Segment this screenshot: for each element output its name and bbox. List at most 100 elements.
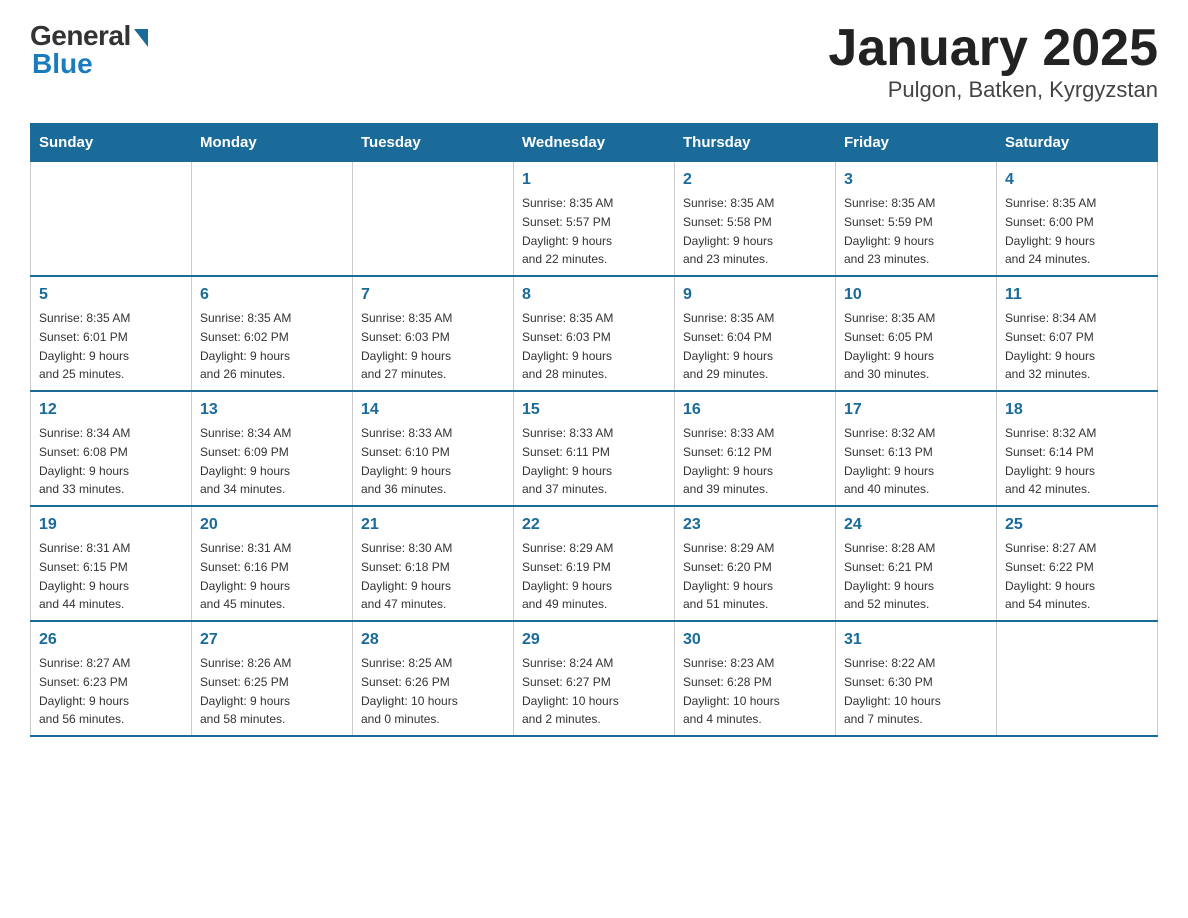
day-number: 9 [683, 283, 827, 307]
day-info: Sunrise: 8:35 AM Sunset: 5:57 PM Dayligh… [522, 196, 613, 266]
day-info: Sunrise: 8:32 AM Sunset: 6:14 PM Dayligh… [1005, 426, 1096, 496]
day-info: Sunrise: 8:23 AM Sunset: 6:28 PM Dayligh… [683, 656, 780, 726]
calendar-day-cell: 6 Sunrise: 8:35 AM Sunset: 6:02 PM Daylig… [192, 276, 353, 391]
day-info: Sunrise: 8:27 AM Sunset: 6:22 PM Dayligh… [1005, 541, 1096, 611]
calendar-day-cell: 2 Sunrise: 8:35 AM Sunset: 5:58 PM Daylig… [675, 162, 836, 277]
calendar-day-cell: 12 Sunrise: 8:34 AM Sunset: 6:08 PM Dayli… [31, 391, 192, 506]
day-info: Sunrise: 8:29 AM Sunset: 6:20 PM Dayligh… [683, 541, 774, 611]
day-number: 24 [844, 513, 988, 537]
day-number: 8 [522, 283, 666, 307]
calendar-day-cell [192, 162, 353, 277]
calendar-day-cell: 29 Sunrise: 8:24 AM Sunset: 6:27 PM Dayli… [514, 621, 675, 736]
calendar-day-cell: 16 Sunrise: 8:33 AM Sunset: 6:12 PM Dayli… [675, 391, 836, 506]
calendar-day-cell: 23 Sunrise: 8:29 AM Sunset: 6:20 PM Dayli… [675, 506, 836, 621]
day-info: Sunrise: 8:24 AM Sunset: 6:27 PM Dayligh… [522, 656, 619, 726]
day-number: 7 [361, 283, 505, 307]
calendar-day-cell [353, 162, 514, 277]
day-info: Sunrise: 8:35 AM Sunset: 6:05 PM Dayligh… [844, 311, 935, 381]
day-info: Sunrise: 8:33 AM Sunset: 6:10 PM Dayligh… [361, 426, 452, 496]
calendar-day-cell: 26 Sunrise: 8:27 AM Sunset: 6:23 PM Dayli… [31, 621, 192, 736]
calendar-week-row: 5Sunrise: 8:35 AM Sunset: 6:01 PM Daylig… [31, 276, 1158, 391]
day-of-week-header: Sunday [31, 124, 192, 162]
day-number: 6 [200, 283, 344, 307]
day-info: Sunrise: 8:34 AM Sunset: 6:09 PM Dayligh… [200, 426, 291, 496]
day-info: Sunrise: 8:35 AM Sunset: 6:03 PM Dayligh… [361, 311, 452, 381]
calendar-day-cell: 27 Sunrise: 8:26 AM Sunset: 6:25 PM Dayli… [192, 621, 353, 736]
day-info: Sunrise: 8:34 AM Sunset: 6:08 PM Dayligh… [39, 426, 130, 496]
calendar-day-cell: 10Sunrise: 8:35 AM Sunset: 6:05 PM Dayli… [836, 276, 997, 391]
day-number: 18 [1005, 398, 1149, 422]
day-number: 25 [1005, 513, 1149, 537]
calendar-subtitle: Pulgon, Batken, Kyrgyzstan [828, 77, 1158, 103]
day-info: Sunrise: 8:35 AM Sunset: 5:58 PM Dayligh… [683, 196, 774, 266]
day-info: Sunrise: 8:31 AM Sunset: 6:15 PM Dayligh… [39, 541, 130, 611]
day-number: 30 [683, 628, 827, 652]
calendar-day-cell: 22 Sunrise: 8:29 AM Sunset: 6:19 PM Dayli… [514, 506, 675, 621]
calendar-day-cell: 15 Sunrise: 8:33 AM Sunset: 6:11 PM Dayli… [514, 391, 675, 506]
day-info: Sunrise: 8:35 AM Sunset: 6:01 PM Dayligh… [39, 311, 130, 381]
calendar-day-cell: 21Sunrise: 8:30 AM Sunset: 6:18 PM Dayli… [353, 506, 514, 621]
day-info: Sunrise: 8:22 AM Sunset: 6:30 PM Dayligh… [844, 656, 941, 726]
day-info: Sunrise: 8:28 AM Sunset: 6:21 PM Dayligh… [844, 541, 935, 611]
calendar-day-cell: 13Sunrise: 8:34 AM Sunset: 6:09 PM Dayli… [192, 391, 353, 506]
day-number: 4 [1005, 168, 1149, 192]
day-info: Sunrise: 8:27 AM Sunset: 6:23 PM Dayligh… [39, 656, 130, 726]
calendar-day-cell: 11 Sunrise: 8:34 AM Sunset: 6:07 PM Dayli… [997, 276, 1158, 391]
calendar-day-cell [31, 162, 192, 277]
day-number: 2 [683, 168, 827, 192]
day-info: Sunrise: 8:31 AM Sunset: 6:16 PM Dayligh… [200, 541, 291, 611]
calendar-week-row: 26 Sunrise: 8:27 AM Sunset: 6:23 PM Dayli… [31, 621, 1158, 736]
day-of-week-header: Wednesday [514, 124, 675, 162]
calendar-day-cell: 5Sunrise: 8:35 AM Sunset: 6:01 PM Daylig… [31, 276, 192, 391]
calendar-day-cell: 28Sunrise: 8:25 AM Sunset: 6:26 PM Dayli… [353, 621, 514, 736]
day-number: 14 [361, 398, 505, 422]
day-info: Sunrise: 8:25 AM Sunset: 6:26 PM Dayligh… [361, 656, 458, 726]
day-info: Sunrise: 8:29 AM Sunset: 6:19 PM Dayligh… [522, 541, 613, 611]
calendar-table: SundayMondayTuesdayWednesdayThursdayFrid… [30, 123, 1158, 737]
day-info: Sunrise: 8:33 AM Sunset: 6:11 PM Dayligh… [522, 426, 613, 496]
calendar-day-cell: 31 Sunrise: 8:22 AM Sunset: 6:30 PM Dayli… [836, 621, 997, 736]
day-of-week-header: Tuesday [353, 124, 514, 162]
day-info: Sunrise: 8:34 AM Sunset: 6:07 PM Dayligh… [1005, 311, 1096, 381]
day-of-week-header: Friday [836, 124, 997, 162]
day-info: Sunrise: 8:35 AM Sunset: 5:59 PM Dayligh… [844, 196, 935, 266]
day-number: 17 [844, 398, 988, 422]
day-info: Sunrise: 8:35 AM Sunset: 6:02 PM Dayligh… [200, 311, 291, 381]
day-info: Sunrise: 8:35 AM Sunset: 6:04 PM Dayligh… [683, 311, 774, 381]
page-header: General Blue January 2025 Pulgon, Batken… [30, 20, 1158, 103]
day-number: 3 [844, 168, 988, 192]
day-number: 1 [522, 168, 666, 192]
day-number: 27 [200, 628, 344, 652]
day-number: 15 [522, 398, 666, 422]
logo-blue-text: Blue [32, 48, 93, 80]
logo-arrow-icon [134, 29, 148, 47]
calendar-title: January 2025 [828, 20, 1158, 77]
day-number: 19 [39, 513, 183, 537]
calendar-header-row: SundayMondayTuesdayWednesdayThursdayFrid… [31, 124, 1158, 162]
day-info: Sunrise: 8:26 AM Sunset: 6:25 PM Dayligh… [200, 656, 291, 726]
day-number: 20 [200, 513, 344, 537]
day-number: 16 [683, 398, 827, 422]
day-number: 11 [1005, 283, 1149, 307]
title-block: January 2025 Pulgon, Batken, Kyrgyzstan [828, 20, 1158, 103]
day-number: 21 [361, 513, 505, 537]
calendar-day-cell: 30 Sunrise: 8:23 AM Sunset: 6:28 PM Dayli… [675, 621, 836, 736]
day-number: 12 [39, 398, 183, 422]
calendar-day-cell: 9 Sunrise: 8:35 AM Sunset: 6:04 PM Daylig… [675, 276, 836, 391]
calendar-day-cell: 17Sunrise: 8:32 AM Sunset: 6:13 PM Dayli… [836, 391, 997, 506]
day-number: 26 [39, 628, 183, 652]
logo: General Blue [30, 20, 148, 80]
calendar-day-cell: 14 Sunrise: 8:33 AM Sunset: 6:10 PM Dayli… [353, 391, 514, 506]
day-number: 22 [522, 513, 666, 537]
calendar-day-cell: 24 Sunrise: 8:28 AM Sunset: 6:21 PM Dayli… [836, 506, 997, 621]
calendar-day-cell: 20 Sunrise: 8:31 AM Sunset: 6:16 PM Dayli… [192, 506, 353, 621]
calendar-week-row: 19 Sunrise: 8:31 AM Sunset: 6:15 PM Dayli… [31, 506, 1158, 621]
day-info: Sunrise: 8:33 AM Sunset: 6:12 PM Dayligh… [683, 426, 774, 496]
calendar-day-cell: 7 Sunrise: 8:35 AM Sunset: 6:03 PM Daylig… [353, 276, 514, 391]
day-number: 31 [844, 628, 988, 652]
calendar-day-cell: 4 Sunrise: 8:35 AM Sunset: 6:00 PM Daylig… [997, 162, 1158, 277]
day-number: 23 [683, 513, 827, 537]
day-number: 29 [522, 628, 666, 652]
calendar-day-cell: 18 Sunrise: 8:32 AM Sunset: 6:14 PM Dayli… [997, 391, 1158, 506]
day-info: Sunrise: 8:35 AM Sunset: 6:00 PM Dayligh… [1005, 196, 1096, 266]
